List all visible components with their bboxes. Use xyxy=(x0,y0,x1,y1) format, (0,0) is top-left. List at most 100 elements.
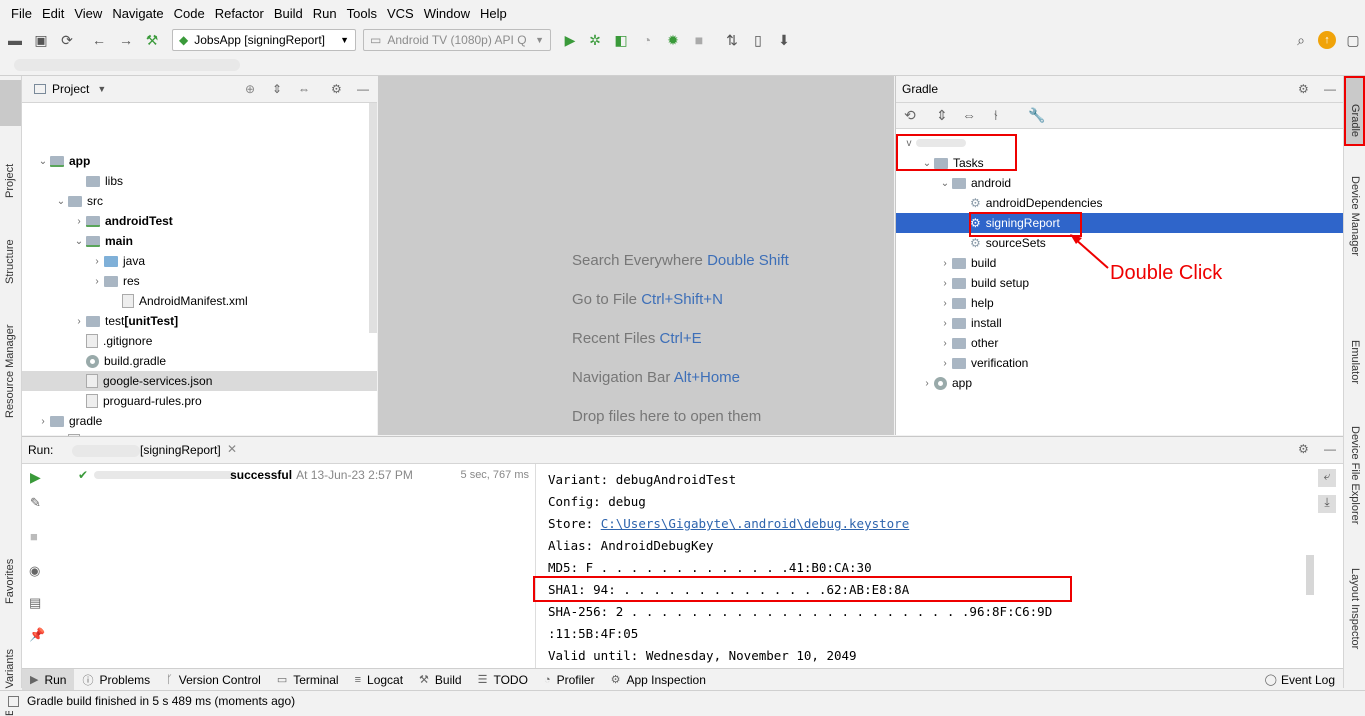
chevron-down-icon[interactable]: ⌄ xyxy=(36,156,50,167)
save-icon[interactable]: ▣ xyxy=(32,31,50,49)
run-icon[interactable]: ▶ xyxy=(561,31,579,49)
project-tree-row[interactable]: › gradle xyxy=(22,411,377,431)
update-icon[interactable]: ↑ xyxy=(1318,31,1336,49)
chevron-right-icon[interactable]: › xyxy=(90,276,104,287)
minimize-icon[interactable]: — xyxy=(357,82,369,96)
expand-all-icon[interactable]: ⇕ xyxy=(936,107,948,124)
project-tree-row[interactable]: ⌄ app xyxy=(22,151,377,171)
layout-icon[interactable]: ▤ xyxy=(29,595,41,611)
gradle-tree-row[interactable]: › install xyxy=(896,313,1343,333)
tool-tab-layout-inspector[interactable]: Layout Inspector xyxy=(1349,568,1361,649)
breadcrumb[interactable] xyxy=(14,59,240,71)
gradle-tree-row[interactable]: › verification xyxy=(896,353,1343,373)
run-tab-label[interactable]: [signingReport] xyxy=(140,443,221,457)
menu-refactor[interactable]: Refactor xyxy=(210,0,269,28)
code-with-me-icon[interactable]: ▢ xyxy=(1344,31,1362,49)
bottom-tab-profiler[interactable]: ◔ Profiler xyxy=(536,669,603,691)
collapse-all-icon[interactable]: ⇔ xyxy=(962,107,976,123)
gradle-sync-icon[interactable]: ⇅ xyxy=(723,31,741,49)
chevron-down-icon[interactable]: ⌄ xyxy=(54,196,68,207)
project-tree-row[interactable]: › java xyxy=(22,251,377,271)
tool-tab-favorites[interactable]: Favorites xyxy=(4,559,16,604)
project-tree-row[interactable]: build.gradle xyxy=(22,351,377,371)
bottom-tab-version-control[interactable]: ᚴ Version Control xyxy=(158,669,269,691)
project-tree-row[interactable]: AndroidManifest.xml xyxy=(22,291,377,311)
gradle-tree-row[interactable]: ⚙ sourceSets xyxy=(896,233,1343,253)
search-icon[interactable]: ⌕ xyxy=(1292,31,1310,49)
collapse-all-icon[interactable]: ⇔ xyxy=(298,82,310,96)
wrench-icon[interactable]: 🔧 xyxy=(1028,107,1045,124)
expand-all-icon[interactable]: ⇕ xyxy=(272,82,282,96)
chevron-right-icon[interactable]: › xyxy=(938,318,952,329)
device-manager-icon[interactable]: ▯ xyxy=(749,31,767,49)
bottom-tab-build[interactable]: ⚒ Build xyxy=(411,669,470,691)
chevron-down-icon[interactable]: ⌄ xyxy=(72,236,86,247)
chevron-right-icon[interactable]: › xyxy=(938,338,952,349)
menu-run[interactable]: Run xyxy=(308,0,342,28)
project-tree-row[interactable]: › res xyxy=(22,271,377,291)
project-panel-title[interactable]: Project xyxy=(52,82,89,96)
gear-icon[interactable]: ⚙ xyxy=(1298,442,1309,456)
pin-icon[interactable]: 📌 xyxy=(29,627,45,643)
tool-tab-emulator[interactable]: Emulator xyxy=(1349,340,1361,384)
gradle-tree-row[interactable]: › other xyxy=(896,333,1343,353)
project-tree-row[interactable]: google-services.json xyxy=(22,371,377,391)
chevron-right-icon[interactable]: › xyxy=(938,298,952,309)
chevron-down-icon[interactable]: ⌄ xyxy=(938,178,952,189)
forward-icon[interactable]: → xyxy=(117,31,135,49)
toggle-offline-icon[interactable]: ⫮ xyxy=(994,107,998,124)
tool-tab-structure[interactable]: Structure xyxy=(4,239,16,284)
chevron-right-icon[interactable]: › xyxy=(90,256,104,267)
gradle-tree-row[interactable]: › help xyxy=(896,293,1343,313)
wrench-icon[interactable]: ✎ xyxy=(30,495,41,511)
menu-tools[interactable]: Tools xyxy=(342,0,382,28)
gradle-tree-row[interactable]: ⚙ androidDependencies xyxy=(896,193,1343,213)
scroll-to-end-icon[interactable]: ⤓ xyxy=(1318,495,1336,513)
keystore-link[interactable]: C:\Users\Gigabyte\.android\debug.keystor… xyxy=(601,516,910,531)
menu-help[interactable]: Help xyxy=(475,0,512,28)
bottom-tab-terminal[interactable]: ▭ Terminal xyxy=(269,669,347,691)
chevron-right-icon[interactable]: › xyxy=(938,358,952,369)
soft-wrap-icon[interactable]: ⤶ xyxy=(1318,469,1336,487)
chevron-right-icon[interactable]: › xyxy=(36,416,50,427)
build-result-row[interactable]: ✔ successful At 13-Jun-23 2:57 PM xyxy=(78,468,413,482)
project-tree-row[interactable]: proguard-rules.pro xyxy=(22,391,377,411)
bottom-tab-event-log[interactable]: ◯ Event Log xyxy=(1257,669,1343,691)
gradle-tree-row[interactable]: › app xyxy=(896,373,1343,393)
menu-vcs[interactable]: VCS xyxy=(382,0,419,28)
menu-edit[interactable]: Edit xyxy=(37,0,69,28)
sync-icon[interactable]: ⟳ xyxy=(58,31,76,49)
project-tree-row[interactable]: › androidTest xyxy=(22,211,377,231)
attach-debugger-icon[interactable]: ✹ xyxy=(664,31,682,49)
profile-icon[interactable]: ◔ xyxy=(638,31,656,49)
menu-navigate[interactable]: Navigate xyxy=(107,0,168,28)
coverage-icon[interactable]: ◧ xyxy=(612,31,630,49)
chevron-right-icon[interactable]: › xyxy=(72,316,86,327)
chevron-right-icon[interactable]: › xyxy=(920,378,934,389)
chevron-right-icon[interactable]: › xyxy=(938,278,952,289)
locate-icon[interactable]: ⊕ xyxy=(245,82,255,96)
menu-window[interactable]: Window xyxy=(419,0,475,28)
device-select[interactable]: ▭ Android TV (1080p) API Q ▼ xyxy=(363,29,551,51)
reload-gradle-icon[interactable]: ⟲ xyxy=(904,107,916,124)
project-tree-row[interactable]: ⌄ src xyxy=(22,191,377,211)
menu-build[interactable]: Build xyxy=(269,0,308,28)
project-tree-row[interactable]: › test [unitTest] xyxy=(22,311,377,331)
debug-icon[interactable]: ✲ xyxy=(586,31,604,49)
back-icon[interactable]: ← xyxy=(90,31,108,49)
bottom-tab-todo[interactable]: ☰ TODO xyxy=(470,669,536,691)
bottom-tab-run[interactable]: ▶ Run xyxy=(22,668,75,691)
tool-tab-project[interactable]: Project xyxy=(4,164,16,198)
gear-icon[interactable]: ⚙ xyxy=(331,82,342,96)
close-icon[interactable]: ✕ xyxy=(227,442,237,456)
project-tree-row[interactable]: .gitignore xyxy=(22,331,377,351)
tool-tab-device-file-explorer[interactable]: Device File Explorer xyxy=(1349,426,1361,524)
rerun-icon[interactable]: ▶ xyxy=(30,469,41,486)
status-toggle-icon[interactable] xyxy=(8,695,19,707)
bottom-tab-problems[interactable]: ⓘ Problems xyxy=(74,669,158,691)
gradle-tree-row[interactable]: ⌄ android xyxy=(896,173,1343,193)
hammer-icon[interactable]: ⚒ xyxy=(143,31,161,49)
run-config-select[interactable]: ◆ JobsApp [signingReport] ▼ xyxy=(172,29,356,51)
tool-tab-resource-manager[interactable]: Resource Manager xyxy=(4,324,16,418)
scrollbar[interactable] xyxy=(369,103,377,333)
